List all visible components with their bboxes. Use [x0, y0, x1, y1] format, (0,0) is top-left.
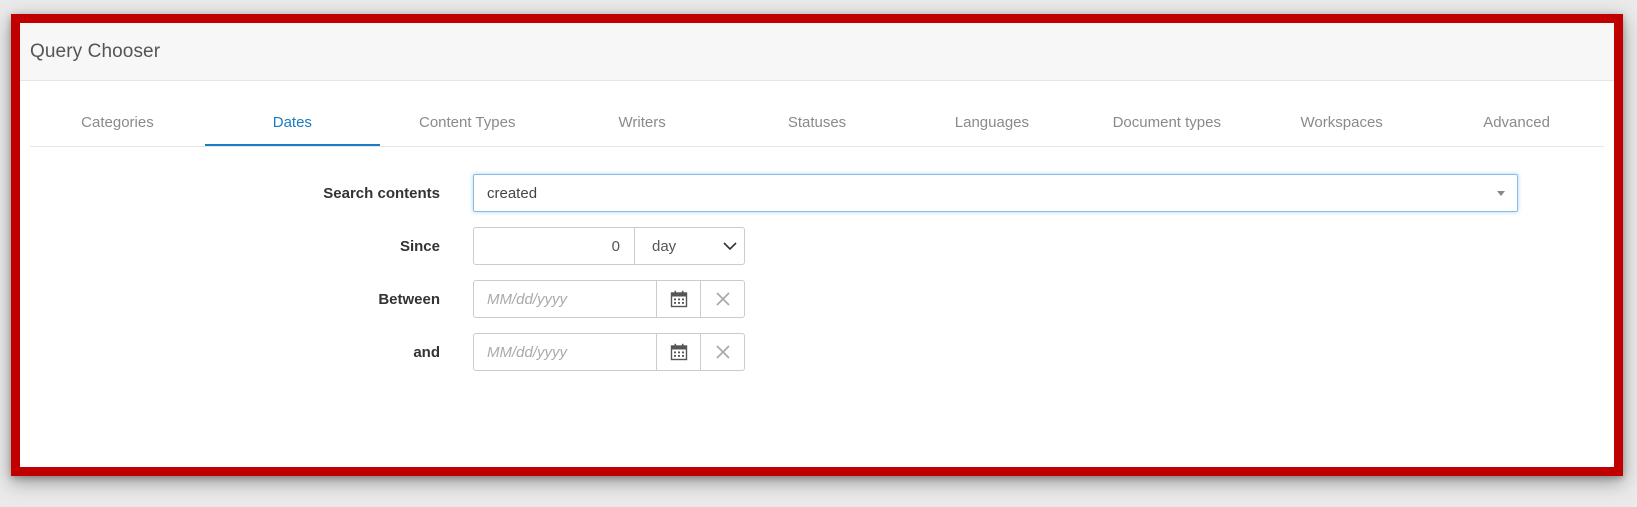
- since-label: Since: [399, 237, 440, 255]
- tab-document-types[interactable]: Document types: [1079, 81, 1254, 146]
- query-chooser-panel: Query Chooser Categories Dates Content T…: [20, 23, 1614, 467]
- search-contents-value: created: [487, 184, 538, 202]
- tab-advanced[interactable]: Advanced: [1429, 81, 1604, 146]
- between-date-input[interactable]: MM/dd/yyyy: [473, 280, 657, 318]
- and-date-input[interactable]: MM/dd/yyyy: [473, 333, 657, 371]
- caret-down-icon: [1497, 191, 1505, 196]
- panel-header: Query Chooser: [20, 23, 1614, 81]
- between-calendar-button[interactable]: [656, 280, 701, 318]
- panel-title: Query Chooser: [30, 40, 161, 62]
- close-icon: [715, 292, 730, 306]
- since-number-input[interactable]: 0: [473, 227, 635, 265]
- window-frame: Query Chooser Categories Dates Content T…: [11, 14, 1623, 476]
- and-date-placeholder: MM/dd/yyyy: [487, 343, 568, 361]
- tab-dates[interactable]: Dates: [204, 81, 380, 146]
- between-clear-button[interactable]: [700, 280, 745, 318]
- between-label: Between: [378, 290, 440, 308]
- chevron-down-icon: [723, 242, 737, 251]
- since-number-value: 0: [611, 237, 620, 255]
- search-contents-label: Search contents: [323, 184, 440, 202]
- tab-writers[interactable]: Writers: [555, 81, 730, 146]
- between-label-wrap: Between: [20, 280, 440, 318]
- tab-categories[interactable]: Categories: [30, 81, 205, 146]
- tab-languages[interactable]: Languages: [904, 81, 1079, 146]
- search-contents-select[interactable]: created: [473, 174, 1518, 212]
- search-contents-label-wrap: Search contents: [20, 174, 440, 212]
- and-label-wrap: and: [20, 333, 440, 371]
- since-unit-value: day: [652, 237, 677, 255]
- tab-content-types[interactable]: Content Types: [380, 81, 555, 146]
- tab-bar: Categories Dates Content Types Writers S…: [30, 81, 1604, 147]
- tab-workspaces[interactable]: Workspaces: [1254, 81, 1429, 146]
- calendar-icon: [670, 290, 687, 308]
- since-unit-select[interactable]: day: [634, 227, 745, 265]
- close-icon: [715, 345, 730, 359]
- and-clear-button[interactable]: [700, 333, 745, 371]
- and-calendar-button[interactable]: [656, 333, 701, 371]
- and-label: and: [413, 343, 440, 361]
- between-date-placeholder: MM/dd/yyyy: [487, 290, 568, 308]
- tab-statuses[interactable]: Statuses: [730, 81, 905, 146]
- since-label-wrap: Since: [20, 227, 440, 265]
- calendar-icon: [670, 343, 687, 361]
